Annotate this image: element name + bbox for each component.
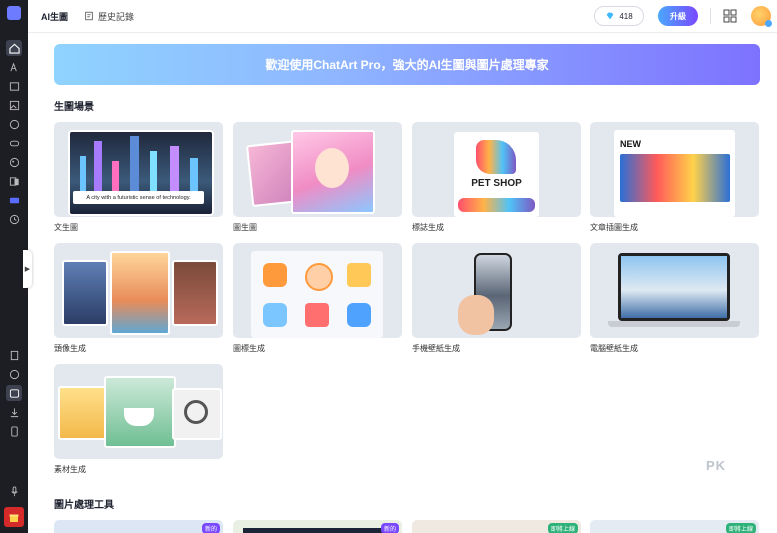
scene-card-image-to-image[interactable] bbox=[233, 122, 402, 217]
upgrade-button[interactable]: 升級 bbox=[658, 6, 698, 26]
home-icon[interactable] bbox=[6, 40, 22, 56]
document-icon[interactable] bbox=[6, 347, 22, 363]
hd-icon[interactable] bbox=[6, 192, 22, 208]
collapse-sidebar-button[interactable]: ▶ bbox=[23, 250, 32, 288]
app-logo-icon[interactable] bbox=[7, 6, 21, 20]
credits-badge[interactable]: 418 bbox=[594, 6, 644, 26]
scene-card-article-illustration[interactable]: NEW bbox=[590, 122, 759, 217]
watermark-text: PK bbox=[706, 458, 727, 473]
icons-thumbnail bbox=[251, 251, 383, 338]
credits-count: 418 bbox=[619, 11, 633, 21]
history-icon[interactable] bbox=[6, 211, 22, 227]
scene-label: 素材生成 bbox=[54, 465, 86, 474]
laptop-base bbox=[608, 321, 740, 327]
scene-label: 標誌生成 bbox=[412, 223, 444, 232]
article-new-text: NEW bbox=[620, 139, 641, 149]
tool-badge: 新的 bbox=[380, 523, 399, 533]
link-icon[interactable] bbox=[6, 135, 22, 151]
mobile-icon[interactable] bbox=[6, 423, 22, 439]
tool-badge: 即將上線 bbox=[547, 523, 578, 533]
tab-history[interactable]: 歷史記錄 bbox=[84, 10, 134, 23]
tool-card-1[interactable]: 新的 bbox=[54, 520, 223, 533]
avatar-thumb-male bbox=[62, 260, 108, 326]
text-to-image-icon[interactable] bbox=[6, 59, 22, 75]
material-thumb-clock bbox=[172, 388, 222, 440]
hand-shape bbox=[458, 295, 494, 335]
header-divider bbox=[710, 8, 711, 24]
tool-card-3[interactable]: 即將上線 bbox=[412, 520, 581, 533]
tools-section-title: 圖片處理工具 bbox=[54, 500, 114, 511]
history-doc-icon bbox=[85, 11, 93, 21]
article-thumbnail: NEW bbox=[614, 130, 735, 217]
material-thumb-headphones bbox=[58, 386, 110, 440]
image-to-image-icon[interactable] bbox=[6, 78, 22, 94]
scene-label: 文生圖 bbox=[54, 223, 78, 232]
promo-gift-icon[interactable] bbox=[4, 507, 24, 527]
apps-grid-icon[interactable] bbox=[723, 9, 737, 23]
tool-badge: 即將上線 bbox=[725, 523, 756, 533]
scene-label: 文章插圖生成 bbox=[590, 223, 638, 232]
image-tool-icon[interactable] bbox=[6, 385, 22, 401]
logo-text: PET SHOP bbox=[471, 178, 522, 189]
diamond-icon bbox=[606, 12, 614, 20]
scene-card-text-to-image[interactable]: A city with a futuristic sense of techno… bbox=[54, 122, 223, 217]
image-icon[interactable] bbox=[6, 97, 22, 113]
scene-label: 手機壁紙生成 bbox=[412, 344, 460, 353]
scene-card-material[interactable] bbox=[54, 364, 223, 459]
tool-card-4[interactable]: 即將上線 bbox=[590, 520, 759, 533]
welcome-banner: 歡迎使用ChatArt Pro，強大的AI生圖與圖片處理專家 bbox=[54, 44, 760, 85]
laptop-screen bbox=[618, 253, 730, 321]
top-header: AI生圖 歷史記錄 418 升級 bbox=[28, 0, 777, 33]
scene-card-icon[interactable] bbox=[233, 243, 402, 338]
scene-card-desktop-wallpaper[interactable] bbox=[590, 243, 759, 338]
microphone-icon[interactable] bbox=[6, 483, 22, 499]
scene-label: 頭像生成 bbox=[54, 344, 86, 353]
gallery-icon[interactable] bbox=[6, 173, 22, 189]
scene-label: 電腦壁紙生成 bbox=[590, 344, 638, 353]
avatar-thumb-woman bbox=[172, 260, 218, 326]
tool-card-2[interactable]: 新的 bbox=[233, 520, 402, 533]
tool-badge: 新的 bbox=[201, 523, 220, 533]
result-image-thumbnail bbox=[291, 130, 375, 214]
scene-card-logo[interactable]: PET SHOP bbox=[412, 122, 581, 217]
scene-card-phone-wallpaper[interactable] bbox=[412, 243, 581, 338]
scene-prompt-caption: A city with a futuristic sense of techno… bbox=[73, 191, 204, 204]
scenes-section-title: 生圖場景 bbox=[54, 102, 94, 113]
palette-icon[interactable] bbox=[6, 154, 22, 170]
tab-history-label: 歷史記錄 bbox=[98, 11, 135, 22]
user-avatar[interactable] bbox=[751, 6, 772, 27]
tab-ai-image[interactable]: AI生圖 bbox=[41, 10, 68, 23]
download-icon[interactable] bbox=[6, 404, 22, 420]
scene-label: 圖標生成 bbox=[233, 344, 265, 353]
chat-icon[interactable] bbox=[6, 366, 22, 382]
scene-card-avatar[interactable] bbox=[54, 243, 223, 338]
logo-thumbnail: PET SHOP bbox=[454, 132, 539, 217]
style-icon[interactable] bbox=[6, 116, 22, 132]
avatar-thumb-girl bbox=[110, 251, 170, 335]
material-thumb-coffee bbox=[104, 376, 176, 448]
scene-label: 圖生圖 bbox=[233, 223, 257, 232]
